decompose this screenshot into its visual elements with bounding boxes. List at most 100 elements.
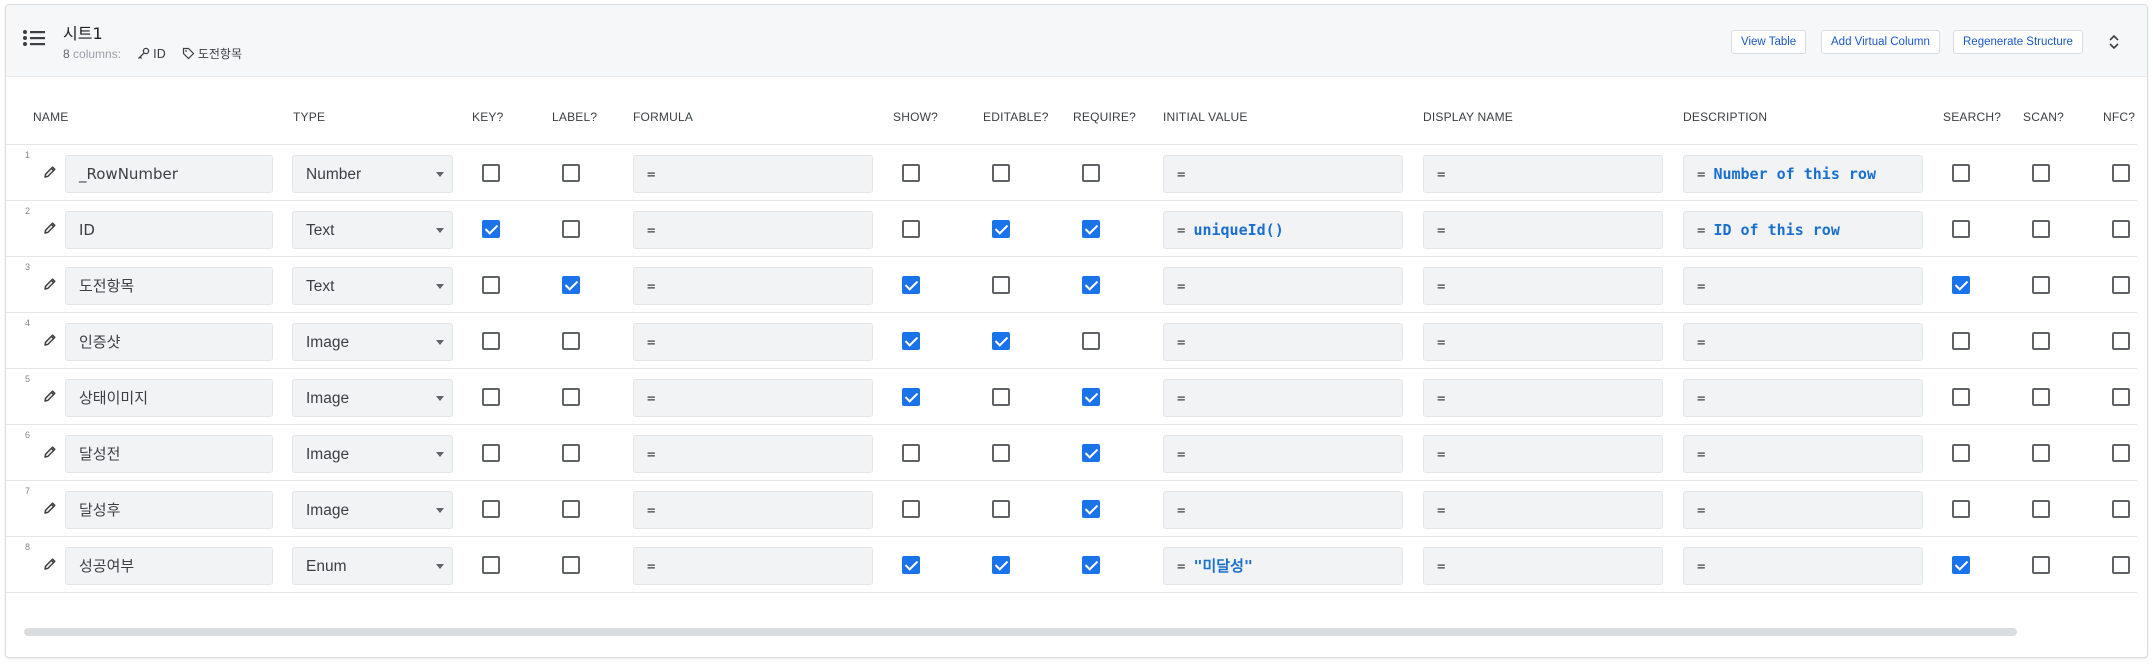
scan-checkbox[interactable] (2032, 332, 2050, 350)
scan-checkbox[interactable] (2032, 164, 2050, 182)
pencil-icon[interactable] (42, 388, 58, 404)
description-input[interactable]: = (1683, 435, 1923, 473)
require-checkbox[interactable] (1082, 500, 1100, 518)
editable-checkbox[interactable] (992, 220, 1010, 238)
label-checkbox[interactable] (562, 444, 580, 462)
description-input[interactable]: = (1683, 379, 1923, 417)
key-checkbox[interactable] (482, 164, 500, 182)
nfc-checkbox[interactable] (2112, 276, 2130, 294)
nfc-checkbox[interactable] (2112, 444, 2130, 462)
label-checkbox[interactable] (562, 500, 580, 518)
label-checkbox[interactable] (562, 332, 580, 350)
pencil-icon[interactable] (42, 332, 58, 348)
column-name-input[interactable]: 달성후 (65, 491, 273, 529)
require-checkbox[interactable] (1082, 444, 1100, 462)
nfc-checkbox[interactable] (2112, 332, 2130, 350)
editable-checkbox[interactable] (992, 332, 1010, 350)
column-type-select[interactable]: Image (292, 379, 453, 417)
label-checkbox[interactable] (562, 388, 580, 406)
column-type-select[interactable]: Number (292, 155, 453, 193)
display-name-input[interactable]: = (1423, 491, 1663, 529)
search-checkbox[interactable] (1952, 556, 1970, 574)
initial-value-input[interactable]: = uniqueId() (1163, 211, 1403, 249)
key-checkbox[interactable] (482, 332, 500, 350)
horizontal-scrollbar[interactable] (24, 628, 2017, 636)
search-checkbox[interactable] (1952, 164, 1970, 182)
editable-checkbox[interactable] (992, 164, 1010, 182)
show-checkbox[interactable] (902, 556, 920, 574)
column-type-select[interactable]: Image (292, 323, 453, 361)
display-name-input[interactable]: = (1423, 211, 1663, 249)
pencil-icon[interactable] (42, 164, 58, 180)
key-checkbox[interactable] (482, 444, 500, 462)
search-checkbox[interactable] (1952, 388, 1970, 406)
display-name-input[interactable]: = (1423, 267, 1663, 305)
search-checkbox[interactable] (1952, 332, 1970, 350)
scan-checkbox[interactable] (2032, 500, 2050, 518)
column-name-input[interactable]: ID (65, 211, 273, 249)
initial-value-input[interactable]: = (1163, 435, 1403, 473)
label-checkbox[interactable] (562, 164, 580, 182)
description-input[interactable]: = ID of this row (1683, 211, 1923, 249)
editable-checkbox[interactable] (992, 444, 1010, 462)
label-checkbox[interactable] (562, 220, 580, 238)
pencil-icon[interactable] (42, 556, 58, 572)
search-checkbox[interactable] (1952, 444, 1970, 462)
formula-input[interactable]: = (633, 491, 873, 529)
display-name-input[interactable]: = (1423, 155, 1663, 193)
formula-input[interactable]: = (633, 547, 873, 585)
column-type-select[interactable]: Image (292, 491, 453, 529)
show-checkbox[interactable] (902, 332, 920, 350)
scan-checkbox[interactable] (2032, 444, 2050, 462)
nfc-checkbox[interactable] (2112, 220, 2130, 238)
scan-checkbox[interactable] (2032, 388, 2050, 406)
editable-checkbox[interactable] (992, 388, 1010, 406)
description-input[interactable]: = Number of this row (1683, 155, 1923, 193)
show-checkbox[interactable] (902, 276, 920, 294)
show-checkbox[interactable] (902, 388, 920, 406)
description-input[interactable]: = (1683, 323, 1923, 361)
search-checkbox[interactable] (1952, 220, 1970, 238)
display-name-input[interactable]: = (1423, 435, 1663, 473)
formula-input[interactable]: = (633, 379, 873, 417)
show-checkbox[interactable] (902, 164, 920, 182)
column-name-input[interactable]: 인증샷 (65, 323, 273, 361)
column-name-input[interactable]: 도전항목 (65, 267, 273, 305)
column-name-input[interactable]: 달성전 (65, 435, 273, 473)
column-name-input[interactable]: 상태이미지 (65, 379, 273, 417)
initial-value-input[interactable]: = (1163, 379, 1403, 417)
require-checkbox[interactable] (1082, 276, 1100, 294)
pencil-icon[interactable] (42, 220, 58, 236)
scan-checkbox[interactable] (2032, 276, 2050, 294)
key-checkbox[interactable] (482, 220, 500, 238)
require-checkbox[interactable] (1082, 332, 1100, 350)
pencil-icon[interactable] (42, 276, 58, 292)
search-checkbox[interactable] (1952, 276, 1970, 294)
pencil-icon[interactable] (42, 444, 58, 460)
display-name-input[interactable]: = (1423, 323, 1663, 361)
nfc-checkbox[interactable] (2112, 500, 2130, 518)
column-type-select[interactable]: Enum (292, 547, 453, 585)
column-type-select[interactable]: Text (292, 211, 453, 249)
editable-checkbox[interactable] (992, 276, 1010, 294)
require-checkbox[interactable] (1082, 220, 1100, 238)
nfc-checkbox[interactable] (2112, 556, 2130, 574)
key-checkbox[interactable] (482, 556, 500, 574)
key-checkbox[interactable] (482, 388, 500, 406)
nfc-checkbox[interactable] (2112, 164, 2130, 182)
search-checkbox[interactable] (1952, 500, 1970, 518)
column-type-select[interactable]: Image (292, 435, 453, 473)
column-name-input[interactable]: _RowNumber (65, 155, 273, 193)
scan-checkbox[interactable] (2032, 220, 2050, 238)
formula-input[interactable]: = (633, 435, 873, 473)
display-name-input[interactable]: = (1423, 379, 1663, 417)
description-input[interactable]: = (1683, 267, 1923, 305)
column-name-input[interactable]: 성공여부 (65, 547, 273, 585)
formula-input[interactable]: = (633, 211, 873, 249)
initial-value-input[interactable]: = (1163, 155, 1403, 193)
require-checkbox[interactable] (1082, 556, 1100, 574)
description-input[interactable]: = (1683, 491, 1923, 529)
label-checkbox[interactable] (562, 276, 580, 294)
display-name-input[interactable]: = (1423, 547, 1663, 585)
key-checkbox[interactable] (482, 276, 500, 294)
